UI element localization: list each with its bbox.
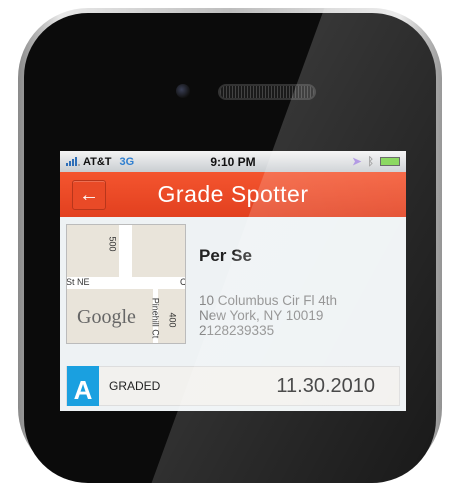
address-line1: 10 Columbus Cir Fl 4th xyxy=(199,293,338,308)
restaurant-info: Per Se 10 Columbus Cir Fl 4th New York, … xyxy=(186,224,337,344)
front-camera xyxy=(176,84,190,98)
app-header: ← Grade Spotter xyxy=(60,172,406,217)
location-arrow-icon: ➤ xyxy=(352,156,362,168)
map-label: Pinehill Ct xyxy=(150,297,161,339)
grade-badge: A xyxy=(67,366,99,406)
map-label: 500 xyxy=(107,236,118,252)
arrow-left-icon: ← xyxy=(79,183,99,206)
carrier: AT&T xyxy=(83,155,112,168)
inspection-status: GRADED xyxy=(109,379,161,393)
clock: 9:10 PM xyxy=(210,154,256,169)
inspection-date: 11.30.2010 xyxy=(276,374,375,397)
status-bar: AT&T 3G 9:10 PM ➤ ᛒ xyxy=(60,151,406,172)
bluetooth-icon: ᛒ xyxy=(367,155,374,168)
screen: AT&T 3G 9:10 PM ➤ ᛒ ← Grade Spotter 500 … xyxy=(60,151,406,411)
phone-number[interactable]: 2128239335 xyxy=(199,323,337,338)
battery-charging-icon xyxy=(380,157,400,166)
map-label: 400 xyxy=(167,312,178,328)
network-type: 3G xyxy=(119,155,135,168)
restaurant-card: 500 St NE Pinehill Ct 400 C Google Per S… xyxy=(66,224,400,344)
inspection-row[interactable]: A GRADED 11.30.2010 xyxy=(66,366,400,406)
map-thumbnail[interactable]: 500 St NE Pinehill Ct 400 C Google xyxy=(66,224,186,344)
content: 500 St NE Pinehill Ct 400 C Google Per S… xyxy=(60,217,406,411)
app-title: Grade Spotter xyxy=(157,181,309,207)
signal-icon xyxy=(66,157,80,166)
map-label: C xyxy=(180,277,186,287)
restaurant-name: Per Se xyxy=(199,246,252,265)
map-label: St NE xyxy=(66,277,90,287)
google-logo: Google xyxy=(77,306,136,328)
back-button[interactable]: ← xyxy=(72,180,106,210)
earpiece-speaker xyxy=(218,84,316,100)
address-line2: New York, NY 10019 xyxy=(199,308,324,323)
